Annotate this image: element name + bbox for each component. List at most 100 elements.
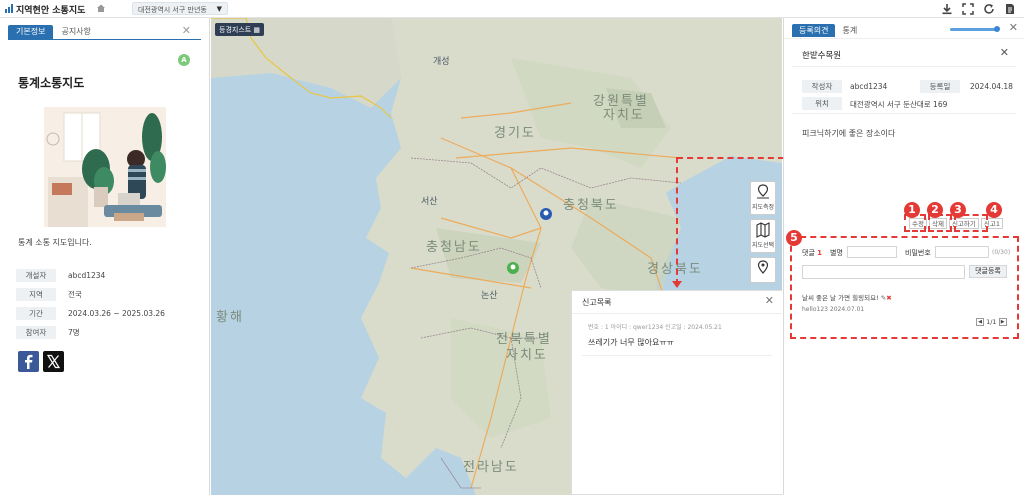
- password-input[interactable]: [935, 246, 989, 258]
- report-text: 쓰레기가 너무 많아요ㅠㅠ: [588, 338, 675, 347]
- place-label: 황해: [216, 310, 244, 325]
- close-icon[interactable]: ✕: [1009, 21, 1018, 34]
- map-icon: [756, 222, 770, 238]
- close-icon[interactable]: ✕: [182, 24, 191, 37]
- comment-submit-button[interactable]: 댓글등록: [969, 265, 1007, 278]
- divider: [784, 38, 1024, 39]
- map-description: 통계 소통 지도입니다.: [18, 238, 92, 247]
- info-label: 참여자: [16, 326, 56, 339]
- author-value: abcd1234: [850, 82, 888, 91]
- marker-badge: 5: [786, 230, 802, 246]
- document-icon[interactable]: [1004, 3, 1016, 15]
- date-value: 2024.04.18: [970, 82, 1013, 91]
- comment-label: 댓글 1: [802, 248, 822, 258]
- map-thumbnail-image: [44, 107, 166, 227]
- place-title: 한밭수목원: [802, 51, 842, 61]
- report-list-title: 신고목록: [582, 298, 612, 307]
- basemap-label: 등경지스트: [219, 26, 252, 34]
- measure-tool-button[interactable]: 지도측정: [750, 181, 776, 215]
- divider: [8, 39, 201, 40]
- page-indicator: 1/1: [986, 318, 997, 326]
- info-label: 기간: [16, 307, 56, 320]
- map-toolbar: 지도측정 지도선택: [750, 181, 776, 287]
- location-value: 대전광역시 서구 둔산대로 169: [850, 100, 948, 109]
- comment-label-text: 댓글: [802, 249, 815, 257]
- delete-x-icon[interactable]: ✖: [886, 294, 891, 302]
- comment-text: 날씨 좋은 날 가면 힐링되요!: [802, 294, 879, 302]
- info-row: 지역 전국: [16, 285, 196, 304]
- slider-handle[interactable]: [994, 26, 1000, 32]
- char-counter: (0/30): [992, 249, 1011, 256]
- place-label: 논산: [481, 291, 498, 301]
- place-label: 경기도: [494, 126, 536, 141]
- comment-input[interactable]: [802, 265, 965, 279]
- comment-author: hello123: [802, 306, 828, 313]
- caret-down-icon: ▼: [216, 5, 222, 13]
- location-pin-icon: [757, 260, 769, 274]
- right-panel: 등록의견 통계 ✕ 한밭수목원 ✕ 작성자 abcd1234 등록일 2024.…: [783, 18, 1024, 495]
- left-panel: 기본정보 공지사항 ✕ A 통계소통지도 통계 소통 지도입니다. 개설자 ab…: [0, 18, 210, 495]
- location-tool-button[interactable]: [750, 257, 776, 283]
- password-label: 비밀번호: [905, 249, 931, 257]
- nickname-label: 별명: [830, 249, 843, 257]
- nickname-input[interactable]: [847, 246, 897, 258]
- annotation-line: [676, 157, 678, 285]
- info-value: 7명: [68, 328, 80, 337]
- select-tool-button[interactable]: 지도선택: [750, 219, 776, 253]
- comment-meta: hello123 2024.07.01: [802, 306, 864, 313]
- opinion-text: 피크닉하기에 좋은 장소이다: [802, 129, 896, 138]
- place-label: 자치도: [603, 108, 645, 123]
- chart-logo-icon: [5, 4, 13, 13]
- marker-badge: 2: [927, 202, 943, 218]
- place-label: 자치도: [506, 348, 548, 363]
- place-label: 충청북도: [563, 198, 619, 213]
- opacity-slider[interactable]: [950, 26, 1000, 32]
- grade-badge: A: [178, 54, 190, 66]
- tab-stats[interactable]: 통계: [835, 24, 864, 37]
- marker-badge: 4: [986, 202, 1002, 218]
- address-select[interactable]: 대전광역시 서구 만년동 ▼: [132, 2, 228, 15]
- comment-date: 2024.07.01: [829, 306, 865, 313]
- location-label: 위치: [802, 97, 842, 110]
- info-row: 참여자 7명: [16, 323, 196, 342]
- close-icon[interactable]: ✕: [765, 294, 774, 307]
- basemap-chip[interactable]: 등경지스트 ▦: [215, 23, 265, 36]
- tab-notice[interactable]: 공지사항: [53, 25, 98, 39]
- top-bar: 지역현안 소통지도 대전광역시 서구 만년동 ▼: [0, 0, 1024, 18]
- refresh-icon[interactable]: [983, 3, 995, 15]
- info-value: 전국: [68, 290, 82, 299]
- x-icon[interactable]: [43, 351, 64, 372]
- divider: [792, 113, 1016, 114]
- close-icon[interactable]: ✕: [1000, 46, 1009, 59]
- select-tool-label: 지도선택: [751, 242, 775, 249]
- info-row: 기간 2024.03.26 ~ 2025.03.26: [16, 304, 196, 323]
- prev-page-icon[interactable]: ◀: [976, 318, 984, 326]
- tab-basic-info[interactable]: 기본정보: [8, 25, 54, 39]
- info-value: 2024.03.26 ~ 2025.03.26: [68, 309, 165, 318]
- app-title: 지역현안 소통지도: [16, 6, 86, 16]
- info-table: 개설자 abcd1234 지역 전국 기간 2024.03.26 ~ 2025.03.…: [16, 266, 196, 342]
- date-label: 등록일: [920, 80, 960, 93]
- divider: [582, 355, 772, 356]
- comment-pager: ◀ 1/1 ▶: [976, 318, 1007, 326]
- info-row: 개설자 abcd1234: [16, 266, 196, 285]
- place-label: 개성: [433, 57, 450, 67]
- comment-count: 1: [817, 249, 822, 257]
- map-view[interactable]: 등경지스트 ▦ 개성 강원특별 자치도 경기도 충청북도 충청남도 전북특별 자…: [211, 18, 782, 495]
- fullscreen-icon[interactable]: [962, 3, 974, 15]
- address-select-value: 대전광역시 서구 만년동: [138, 6, 207, 14]
- place-label: 전라남도: [463, 460, 519, 475]
- info-label: 지역: [16, 288, 56, 301]
- next-page-icon[interactable]: ▶: [998, 318, 1007, 326]
- author-label: 작성자: [802, 80, 842, 93]
- report-list-popup: 신고목록 ✕ 번호 : 1 아이디 : qwer1234 신고일 : 2024.…: [571, 290, 782, 495]
- place-label: 충청남도: [426, 240, 482, 255]
- facebook-icon[interactable]: [18, 351, 39, 372]
- marker-badge: 1: [904, 202, 920, 218]
- marker-badge: 3: [950, 202, 966, 218]
- download-icon[interactable]: [941, 3, 953, 15]
- map-title: 통계소통지도: [18, 76, 85, 90]
- info-label: 개설자: [16, 269, 56, 282]
- tab-opinions[interactable]: 등록의견: [792, 24, 836, 37]
- home-icon[interactable]: [96, 3, 106, 13]
